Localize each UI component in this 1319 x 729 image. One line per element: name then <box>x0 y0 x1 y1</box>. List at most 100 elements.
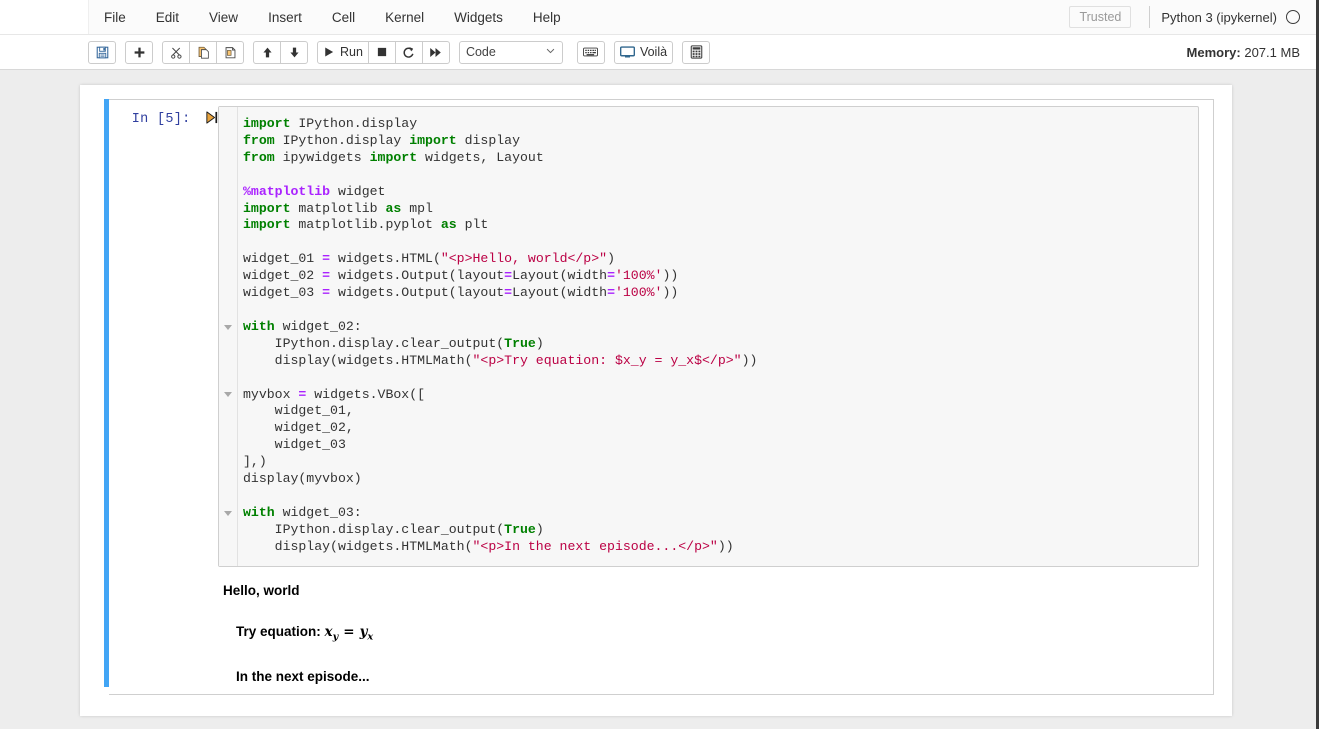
move-cell-down-button[interactable] <box>280 40 308 64</box>
toolbar-group-keyboard <box>576 40 605 64</box>
notebook-header: File Edit View Insert Cell Kernel Widget… <box>0 0 1316 70</box>
kernel-idle-circle-icon[interactable] <box>1286 10 1300 24</box>
code-line: ],) <box>243 454 267 470</box>
menu-widgets[interactable]: Widgets <box>439 0 518 35</box>
code-fold-marker[interactable] <box>224 324 232 330</box>
code-line: from IPython.display import display <box>243 132 520 148</box>
code-cell-body: In [5]: import IPython.display from IPyt… <box>109 99 1214 696</box>
code-editor[interactable]: import IPython.display from IPython.displ… <box>218 106 1199 567</box>
code-line: widget_02 = widgets.Output(layout=Layout… <box>243 268 679 284</box>
interrupt-kernel-button[interactable] <box>367 40 396 64</box>
cell-code-column: import IPython.display from IPython.displ… <box>218 100 1213 567</box>
equation-expression: xy = yx <box>324 623 374 643</box>
menu-edit[interactable]: Edit <box>141 0 194 35</box>
eq-rhs-sub: x <box>367 631 374 643</box>
cell-output-area: Hello, world Try equation: xy = yx In the … <box>223 567 1213 695</box>
toolbar-group-clipboard <box>162 40 244 64</box>
code-fold-gutter <box>219 107 237 566</box>
menubar-right-group: Trusted Python 3 (ipykernel) <box>1069 0 1316 34</box>
code-line: display(widgets.HTMLMath("<p>In the next… <box>243 538 734 554</box>
paste-icon <box>224 46 237 59</box>
copy-icon <box>197 46 210 59</box>
cell-prompt-column: In [5]: <box>109 100 218 567</box>
eq-lhs-sub: y <box>332 631 339 643</box>
restart-kernel-button[interactable] <box>394 40 423 64</box>
menu-cell[interactable]: Cell <box>317 0 370 35</box>
run-button[interactable]: Run <box>317 40 369 64</box>
code-line: IPython.display.clear_output(True) <box>243 335 544 351</box>
menubar-divider <box>1149 6 1151 28</box>
toolbar-group-save <box>88 40 116 64</box>
memory-label: Memory: <box>1186 44 1241 60</box>
code-line: import matplotlib as mpl <box>243 200 433 216</box>
code-line: widget_03 = widgets.Output(layout=Layout… <box>243 285 679 301</box>
menu-help[interactable]: Help <box>518 0 576 35</box>
chevron-down-icon <box>545 45 556 59</box>
menu-insert[interactable]: Insert <box>253 0 317 35</box>
output-math-widget-02: Try equation: xy = yx <box>236 624 1213 643</box>
move-cell-up-button[interactable] <box>253 40 281 64</box>
restart-circular-arrow-icon <box>402 46 415 59</box>
eq-operator: = <box>343 623 355 640</box>
menubar: File Edit View Insert Cell Kernel Widget… <box>0 0 1316 35</box>
code-line: with widget_02: <box>243 318 362 334</box>
code-line: widget_03 <box>243 437 346 453</box>
eq-lhs-base: x <box>324 623 333 640</box>
code-line: import IPython.display <box>243 116 418 131</box>
copy-cell-button[interactable] <box>189 40 217 64</box>
menu-view[interactable]: View <box>194 0 253 35</box>
cell-type-value: Code <box>465 45 496 59</box>
code-fold-marker[interactable] <box>224 510 232 516</box>
cell-selected-indicator <box>104 99 109 687</box>
toolbar: Run Code Voilà Memory: 207.1 MB <box>0 35 1316 70</box>
run-button-label: Run <box>340 45 363 59</box>
floppy-disk-icon <box>96 46 109 59</box>
code-line: IPython.display.clear_output(True) <box>243 521 544 537</box>
code-line: display(widgets.HTMLMath("<p>Try equatio… <box>243 352 758 368</box>
toolbar-group-voila: Voilà <box>613 40 674 64</box>
cut-cell-button[interactable] <box>162 40 190 64</box>
toolbar-group-execute: Run <box>317 40 450 64</box>
code-line: widget_01, <box>243 403 354 419</box>
toolbar-group-move <box>253 40 308 64</box>
notebook-paper: In [5]: import IPython.display from IPyt… <box>80 85 1232 716</box>
plus-icon <box>133 46 146 59</box>
code-line: widget_01 = widgets.HTML("<p>Hello, worl… <box>243 251 615 267</box>
code-line: widget_02, <box>243 420 354 436</box>
code-cell[interactable]: In [5]: import IPython.display from IPyt… <box>104 99 1214 696</box>
code-line: myvbox = widgets.VBox([ <box>243 386 426 402</box>
code-line: with widget_03: <box>243 504 362 520</box>
insert-cell-below-button[interactable] <box>125 40 153 64</box>
keyboard-shortcuts-button[interactable] <box>576 40 605 64</box>
jupyter-notebook-window: File Edit View Insert Cell Kernel Widget… <box>0 0 1319 729</box>
toolbar-group-nbextensions <box>682 40 711 64</box>
paste-cell-button[interactable] <box>216 40 244 64</box>
voila-button-label: Voilà <box>639 45 668 59</box>
cell-type-select[interactable]: Code <box>458 40 563 64</box>
code-fold-marker[interactable] <box>224 392 232 398</box>
restart-and-run-all-button[interactable] <box>421 40 450 64</box>
keyboard-icon <box>583 46 599 58</box>
menu-file[interactable]: File <box>89 0 141 35</box>
memory-value: 207.1 MB <box>1244 44 1300 60</box>
code-source[interactable]: import IPython.display from IPython.displ… <box>238 107 1198 566</box>
notebook-scroll-area[interactable]: In [5]: import IPython.display from IPyt… <box>0 71 1316 729</box>
arrow-up-icon <box>261 46 274 59</box>
kernel-name-label: Python 3 (ipykernel) <box>1161 9 1277 25</box>
scissors-icon <box>170 46 183 59</box>
trusted-badge[interactable]: Trusted <box>1069 6 1132 28</box>
memory-status: Memory: 207.1 MB <box>1187 45 1316 60</box>
calculator-grid-icon <box>690 45 703 59</box>
menu-kernel[interactable]: Kernel <box>370 0 439 35</box>
voila-button[interactable]: Voilà <box>613 40 674 64</box>
menubar-items: File Edit View Insert Cell Kernel Widget… <box>88 0 1316 34</box>
code-line: %matplotlib widget <box>243 183 386 199</box>
run-cell-play-icon[interactable] <box>206 111 218 129</box>
code-line: from ipywidgets import widgets, Layout <box>243 149 544 165</box>
nbextensions-button[interactable] <box>682 40 711 64</box>
save-button[interactable] <box>88 40 116 64</box>
